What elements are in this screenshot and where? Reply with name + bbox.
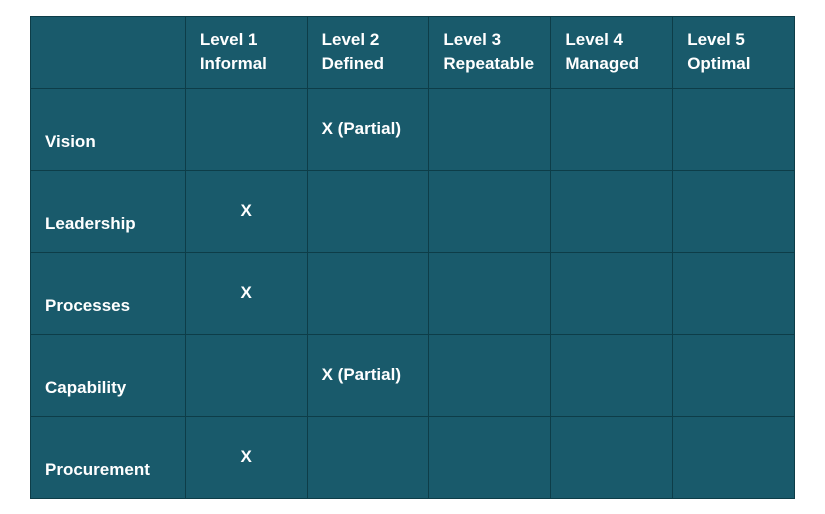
- cell: [673, 252, 795, 334]
- header-level-line: Level 1: [200, 30, 258, 49]
- cell: X: [185, 170, 307, 252]
- cell: [673, 88, 795, 170]
- row-label-vision: Vision: [31, 88, 186, 170]
- row-label-capability: Capability: [31, 334, 186, 416]
- header-level-line: Level 3: [443, 30, 501, 49]
- cell: [185, 88, 307, 170]
- header-level-name: Informal: [200, 54, 267, 73]
- cell: [673, 334, 795, 416]
- header-level-5: Level 5 Optimal: [673, 16, 795, 88]
- cell: [429, 334, 551, 416]
- cell: [551, 88, 673, 170]
- header-level-2: Level 2 Defined: [307, 16, 429, 88]
- table-row: Procurement X: [31, 416, 795, 498]
- cell: [551, 252, 673, 334]
- row-label-procurement: Procurement: [31, 416, 186, 498]
- header-level-line: Level 5: [687, 30, 745, 49]
- cell: [429, 252, 551, 334]
- table-row: Capability X (Partial): [31, 334, 795, 416]
- header-level-name: Defined: [322, 54, 384, 73]
- header-level-name: Repeatable: [443, 54, 534, 73]
- table-row: Leadership X: [31, 170, 795, 252]
- cell: [429, 170, 551, 252]
- cell: [429, 416, 551, 498]
- cell: [307, 416, 429, 498]
- row-label-processes: Processes: [31, 252, 186, 334]
- cell: X: [185, 416, 307, 498]
- header-empty: [31, 16, 186, 88]
- maturity-table: Level 1 Informal Level 2 Defined Level 3…: [30, 16, 795, 499]
- cell: [307, 170, 429, 252]
- cell: [551, 416, 673, 498]
- cell: [673, 416, 795, 498]
- header-level-1: Level 1 Informal: [185, 16, 307, 88]
- header-level-line: Level 4: [565, 30, 623, 49]
- cell: [185, 334, 307, 416]
- header-level-name: Optimal: [687, 54, 750, 73]
- header-level-4: Level 4 Managed: [551, 16, 673, 88]
- cell: [307, 252, 429, 334]
- cell: X (Partial): [307, 334, 429, 416]
- cell: X: [185, 252, 307, 334]
- cell: [673, 170, 795, 252]
- cell: X (Partial): [307, 88, 429, 170]
- cell: [551, 334, 673, 416]
- header-row: Level 1 Informal Level 2 Defined Level 3…: [31, 16, 795, 88]
- table-row: Processes X: [31, 252, 795, 334]
- row-label-leadership: Leadership: [31, 170, 186, 252]
- maturity-matrix-table: Level 1 Informal Level 2 Defined Level 3…: [0, 6, 825, 509]
- header-level-3: Level 3 Repeatable: [429, 16, 551, 88]
- header-level-name: Managed: [565, 54, 639, 73]
- header-level-line: Level 2: [322, 30, 380, 49]
- table-row: Vision X (Partial): [31, 88, 795, 170]
- cell: [429, 88, 551, 170]
- cell: [551, 170, 673, 252]
